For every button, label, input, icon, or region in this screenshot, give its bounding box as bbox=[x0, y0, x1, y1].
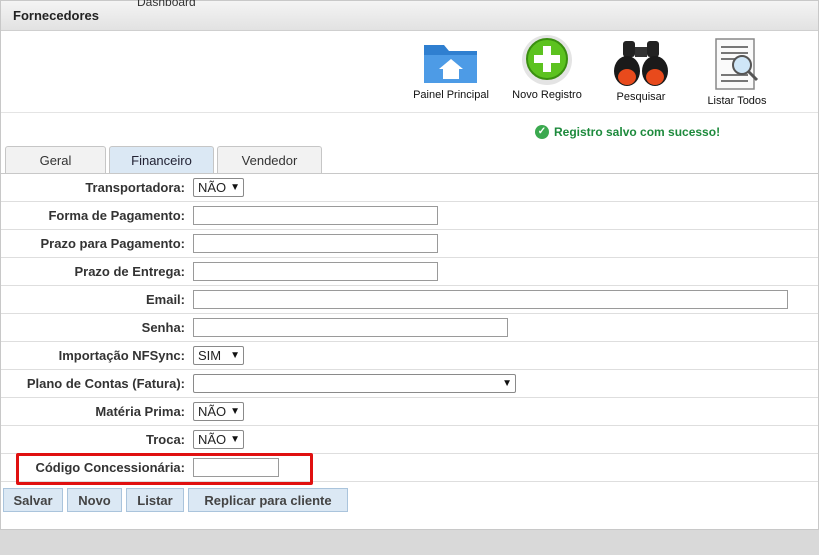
senha-input[interactable] bbox=[193, 318, 508, 337]
background-tab-text: Dashboard bbox=[137, 0, 196, 9]
chevron-down-icon: ▼ bbox=[230, 182, 241, 193]
success-status: ✓ Registro salvo com sucesso! bbox=[535, 125, 720, 139]
codigo-concessionaria-input[interactable] bbox=[193, 458, 279, 477]
materia-prima-label: Matéria Prima: bbox=[95, 404, 185, 419]
row-troca: Troca: NÃO ▼ bbox=[1, 426, 818, 454]
plus-icon bbox=[522, 35, 572, 85]
toolbar: Painel Principal Novo Registro Pesquisar… bbox=[1, 31, 818, 113]
troca-value: NÃO bbox=[198, 432, 227, 447]
importacao-value: SIM bbox=[198, 348, 222, 363]
tab-vendedor[interactable]: Vendedor bbox=[217, 146, 322, 174]
prazo-pagamento-label: Prazo para Pagamento: bbox=[40, 236, 186, 251]
troca-label: Troca: bbox=[145, 432, 185, 447]
codigo-concessionaria-label: Código Concessionária: bbox=[35, 460, 185, 475]
row-forma-pagamento: Forma de Pagamento: bbox=[1, 202, 818, 230]
chevron-down-icon: ▼ bbox=[230, 434, 241, 445]
prazo-entrega-label: Prazo de Entrega: bbox=[74, 264, 185, 279]
materia-prima-select[interactable]: NÃO ▼ bbox=[193, 402, 244, 421]
importacao-select[interactable]: SIM ▼ bbox=[193, 346, 244, 365]
row-importacao: Importação NFSync: SIM ▼ bbox=[1, 342, 818, 370]
row-codigo-concessionaria: Código Concessionária: bbox=[1, 454, 818, 482]
success-message: Registro salvo com sucesso! bbox=[554, 125, 721, 139]
chevron-down-icon: ▼ bbox=[230, 406, 241, 417]
troca-select[interactable]: NÃO ▼ bbox=[193, 430, 244, 449]
senha-label: Senha: bbox=[141, 320, 185, 335]
novo-button[interactable]: Novo bbox=[67, 488, 122, 512]
check-circle-icon: ✓ bbox=[535, 125, 549, 139]
materia-prima-value: NÃO bbox=[198, 404, 227, 419]
tab-bar: Geral Financeiro Vendedor bbox=[5, 146, 325, 174]
row-prazo-entrega: Prazo de Entrega: bbox=[1, 258, 818, 286]
tab-financeiro[interactable]: Financeiro bbox=[109, 146, 214, 174]
painel-principal-label: Painel Principal bbox=[413, 89, 489, 101]
window-title-bar: Fornecedores bbox=[1, 1, 818, 31]
novo-registro-button[interactable]: Novo Registro bbox=[509, 33, 585, 101]
row-prazo-pagamento: Prazo para Pagamento: bbox=[1, 230, 818, 258]
forma-pagamento-input[interactable] bbox=[193, 206, 438, 225]
email-label: Email: bbox=[145, 292, 185, 307]
transportadora-select[interactable]: NÃO ▼ bbox=[193, 178, 244, 197]
document-search-icon bbox=[715, 38, 759, 90]
plano-contas-select[interactable]: ▼ bbox=[193, 374, 516, 393]
row-transportadora: Transportadora: NÃO ▼ bbox=[1, 174, 818, 202]
row-senha: Senha: bbox=[1, 314, 818, 342]
fornecedores-window: Fornecedores Dashboard Painel Principal … bbox=[0, 0, 819, 530]
email-input[interactable] bbox=[193, 290, 788, 309]
row-plano-contas: Plano de Contas (Fatura): ▼ bbox=[1, 370, 818, 398]
salvar-button[interactable]: Salvar bbox=[3, 488, 63, 512]
importacao-label: Importação NFSync: bbox=[58, 348, 185, 363]
novo-registro-label: Novo Registro bbox=[512, 89, 582, 101]
action-bar: Salvar Novo Listar Replicar para cliente bbox=[3, 488, 352, 512]
prazo-pagamento-input[interactable] bbox=[193, 234, 438, 253]
pesquisar-button[interactable]: Pesquisar bbox=[605, 37, 677, 103]
binoculars-icon bbox=[614, 41, 668, 86]
financeiro-form: Transportadora: NÃO ▼ Forma de Pagamento… bbox=[1, 173, 818, 482]
pesquisar-label: Pesquisar bbox=[616, 91, 666, 103]
listar-todos-label: Listar Todos bbox=[707, 95, 767, 107]
listar-todos-button[interactable]: Listar Todos bbox=[699, 37, 775, 107]
listar-button[interactable]: Listar bbox=[126, 488, 184, 512]
replicar-cliente-button[interactable]: Replicar para cliente bbox=[188, 488, 348, 512]
chevron-down-icon: ▼ bbox=[502, 378, 512, 389]
plano-contas-label: Plano de Contas (Fatura): bbox=[26, 376, 185, 391]
row-materia-prima: Matéria Prima: NÃO ▼ bbox=[1, 398, 818, 426]
prazo-entrega-input[interactable] bbox=[193, 262, 438, 281]
transportadora-value: NÃO bbox=[198, 180, 227, 195]
tab-geral[interactable]: Geral bbox=[5, 146, 106, 174]
row-email: Email: bbox=[1, 286, 818, 314]
forma-pagamento-label: Forma de Pagamento: bbox=[48, 208, 185, 223]
painel-principal-button[interactable]: Painel Principal bbox=[413, 37, 489, 101]
transportadora-label: Transportadora: bbox=[85, 180, 185, 195]
window-title: Fornecedores bbox=[13, 8, 99, 23]
folder-home-icon bbox=[424, 45, 477, 83]
chevron-down-icon: ▼ bbox=[230, 350, 240, 361]
